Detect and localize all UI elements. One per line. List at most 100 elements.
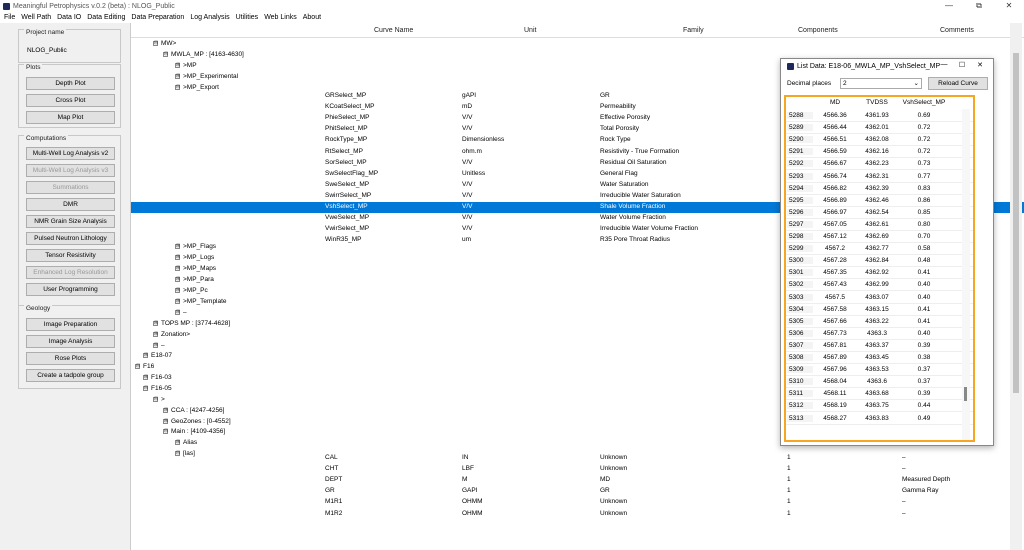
depth-plot-button[interactable]: Depth Plot [26, 77, 115, 90]
nmr-grain-size-button[interactable]: NMR Grain Size Analysis [26, 215, 115, 228]
tree-node[interactable]: ⊞ E18-07 [143, 352, 172, 359]
grid-scroll-thumb[interactable] [964, 387, 967, 401]
user-programming-button[interactable]: User Programming [26, 283, 115, 296]
grid-row[interactable]: 5294 4566.82 4362.39 0.83 [786, 184, 973, 195]
curve-row[interactable]: CAL IN Unknown 1 – [131, 453, 1024, 464]
grid-row[interactable]: 5297 4567.05 4362.61 0.80 [786, 220, 973, 231]
close-icon[interactable]: ✕ [994, 0, 1024, 12]
main-scrollbar[interactable] [1010, 23, 1022, 550]
col-curve-name[interactable]: Curve Name [374, 27, 413, 34]
expand-icon[interactable]: ⊞ [163, 418, 168, 424]
tree-node[interactable]: ⊟ >MP_Export [175, 84, 219, 91]
list-maximize-icon[interactable]: ☐ [953, 61, 971, 69]
summations-button[interactable]: Summations [26, 181, 115, 194]
grid-row[interactable]: 5290 4566.51 4362.08 0.72 [786, 135, 973, 147]
enhanced-log-resolution-button[interactable]: Enhanced Log Resolution [26, 266, 115, 279]
col-unit[interactable]: Unit [524, 27, 536, 34]
expand-icon[interactable]: ⊞ [175, 298, 180, 304]
expand-icon[interactable]: ⊞ [153, 342, 158, 348]
curve-row[interactable]: GR GAPI GR 1 Gamma Ray [131, 486, 1024, 497]
grid-row[interactable]: 5305 4567.66 4363.22 0.41 [786, 317, 973, 328]
col-comments[interactable]: Comments [940, 27, 974, 34]
decimal-places-select[interactable]: 2 ⌄ [840, 78, 922, 89]
curve-row[interactable]: M1R2 OHMM Unknown 1 – [131, 509, 1024, 520]
tree-node[interactable]: ⊞ – [175, 309, 187, 316]
tree-node[interactable]: ⊞ – [153, 342, 165, 349]
grid-row[interactable]: 5292 4566.67 4362.23 0.73 [786, 159, 973, 171]
menu-data-preparation[interactable]: Data Preparation [131, 14, 184, 21]
image-analysis-button[interactable]: Image Analysis [26, 335, 115, 348]
grid-row[interactable]: 5293 4566.74 4362.31 0.77 [786, 172, 973, 183]
expand-icon[interactable]: ⊞ [153, 320, 158, 326]
tree-node[interactable]: ⊞ GeoZones : [0-4552] [163, 418, 231, 425]
tree-node[interactable]: ⊞ >MP_Experimental [175, 73, 238, 80]
expand-icon[interactable]: ⊞ [175, 62, 180, 68]
tree-node[interactable]: ⊟ F16-05 [143, 385, 172, 392]
grid-row[interactable]: 5299 4567.2 4362.77 0.58 [786, 244, 973, 256]
multi-well-v3-button[interactable]: Multi-Well Log Analysis v3 [26, 164, 115, 177]
collapse-icon[interactable]: ⊟ [135, 363, 140, 369]
dmr-button[interactable]: DMR [26, 198, 115, 211]
expand-icon[interactable]: ⊞ [175, 439, 180, 445]
collapse-icon[interactable]: ⊟ [143, 385, 148, 391]
tree-node[interactable]: ⊞ >MP [175, 62, 197, 69]
list-minimize-icon[interactable]: — [935, 61, 953, 69]
grid-row[interactable]: 5302 4567.43 4362.99 0.40 [786, 280, 973, 292]
tree-node[interactable]: ⊟ F16 [135, 363, 154, 370]
tree-node[interactable]: ⊟ Main : [4109-4356] [163, 428, 225, 435]
collapse-icon[interactable]: ⊟ [163, 51, 168, 57]
grid-scrollbar[interactable] [962, 109, 970, 440]
grid-row[interactable]: 5298 4567.12 4362.69 0.70 [786, 232, 973, 243]
collapse-icon[interactable]: ⊟ [175, 84, 180, 90]
tree-node[interactable]: ⊟ > [153, 396, 165, 403]
image-preparation-button[interactable]: Image Preparation [26, 318, 115, 331]
expand-icon[interactable]: ⊞ [175, 309, 180, 315]
grid-row[interactable]: 5313 4568.27 4363.83 0.49 [786, 414, 973, 425]
tree-node[interactable]: ⊟ MWLA_MP : [4163-4630] [163, 51, 244, 58]
list-close-icon[interactable]: ✕ [971, 61, 989, 69]
grid-row[interactable]: 5303 4567.5 4363.07 0.40 [786, 293, 973, 304]
grid-row[interactable]: 5311 4568.11 4363.68 0.39 [786, 389, 973, 401]
menu-about[interactable]: About [303, 14, 321, 21]
expand-icon[interactable]: ⊞ [175, 265, 180, 271]
grid-row[interactable]: 5308 4567.89 4363.45 0.38 [786, 353, 973, 364]
multi-well-v2-button[interactable]: Multi-Well Log Analysis v2 [26, 147, 115, 160]
tensor-resistivity-button[interactable]: Tensor Resistivity [26, 249, 115, 262]
map-plot-button[interactable]: Map Plot [26, 111, 115, 124]
grid-row[interactable]: 5288 4566.36 4361.93 0.69 [786, 111, 973, 122]
tree-node[interactable]: ⊞ >MP_Logs [175, 254, 214, 261]
expand-icon[interactable]: ⊞ [143, 374, 148, 380]
tree-node[interactable]: ⊞ >MP_Pc [175, 287, 208, 294]
grid-row[interactable]: 5289 4566.44 4362.01 0.72 [786, 123, 973, 135]
curve-row[interactable]: DEPT M MD 1 Measured Depth [131, 475, 1024, 486]
grid-col-md[interactable]: MD [815, 99, 855, 106]
menu-web-links[interactable]: Web Links [264, 14, 297, 21]
grid-row[interactable]: 5291 4566.59 4362.16 0.72 [786, 147, 973, 159]
expand-icon[interactable]: ⊞ [175, 73, 180, 79]
grid-row[interactable]: 5310 4568.04 4363.6 0.37 [786, 377, 973, 389]
grid-row[interactable]: 5301 4567.35 4362.92 0.41 [786, 268, 973, 280]
grid-row[interactable]: 5306 4567.73 4363.3 0.40 [786, 329, 973, 340]
tree-node[interactable]: ⊞ Zonation> [153, 331, 190, 338]
menu-data-editing[interactable]: Data Editing [87, 14, 125, 21]
tree-node[interactable]: ⊞ TOPS MP : [3774-4628] [153, 320, 230, 327]
menu-utilities[interactable]: Utilities [236, 14, 259, 21]
tree-node[interactable]: ⊞ >MP_Maps [175, 265, 216, 272]
grid-col-vsh[interactable]: VshSelect_MP [899, 99, 949, 106]
expand-icon[interactable]: ⊞ [153, 331, 158, 337]
tree-node[interactable]: ⊟ MW> [153, 40, 176, 47]
expand-icon[interactable]: ⊞ [143, 352, 148, 358]
grid-row[interactable]: 5295 4566.89 4362.46 0.86 [786, 196, 973, 207]
collapse-icon[interactable]: ⊟ [163, 428, 168, 434]
grid-row[interactable]: 5304 4567.58 4363.15 0.41 [786, 305, 973, 316]
menu-data-io[interactable]: Data IO [57, 14, 81, 21]
collapse-icon[interactable]: ⊟ [153, 396, 158, 402]
rose-plots-button[interactable]: Rose Plots [26, 352, 115, 365]
tree-node[interactable]: ⊞ >MP_Para [175, 276, 214, 283]
menu-well-path[interactable]: Well Path [21, 14, 51, 21]
expand-icon[interactable]: ⊞ [175, 276, 180, 282]
main-scroll-thumb[interactable] [1013, 53, 1019, 393]
reload-curve-button[interactable]: Reload Curve [928, 77, 988, 90]
grid-row[interactable]: 5309 4567.96 4363.53 0.37 [786, 365, 973, 377]
col-family[interactable]: Family [683, 27, 704, 34]
